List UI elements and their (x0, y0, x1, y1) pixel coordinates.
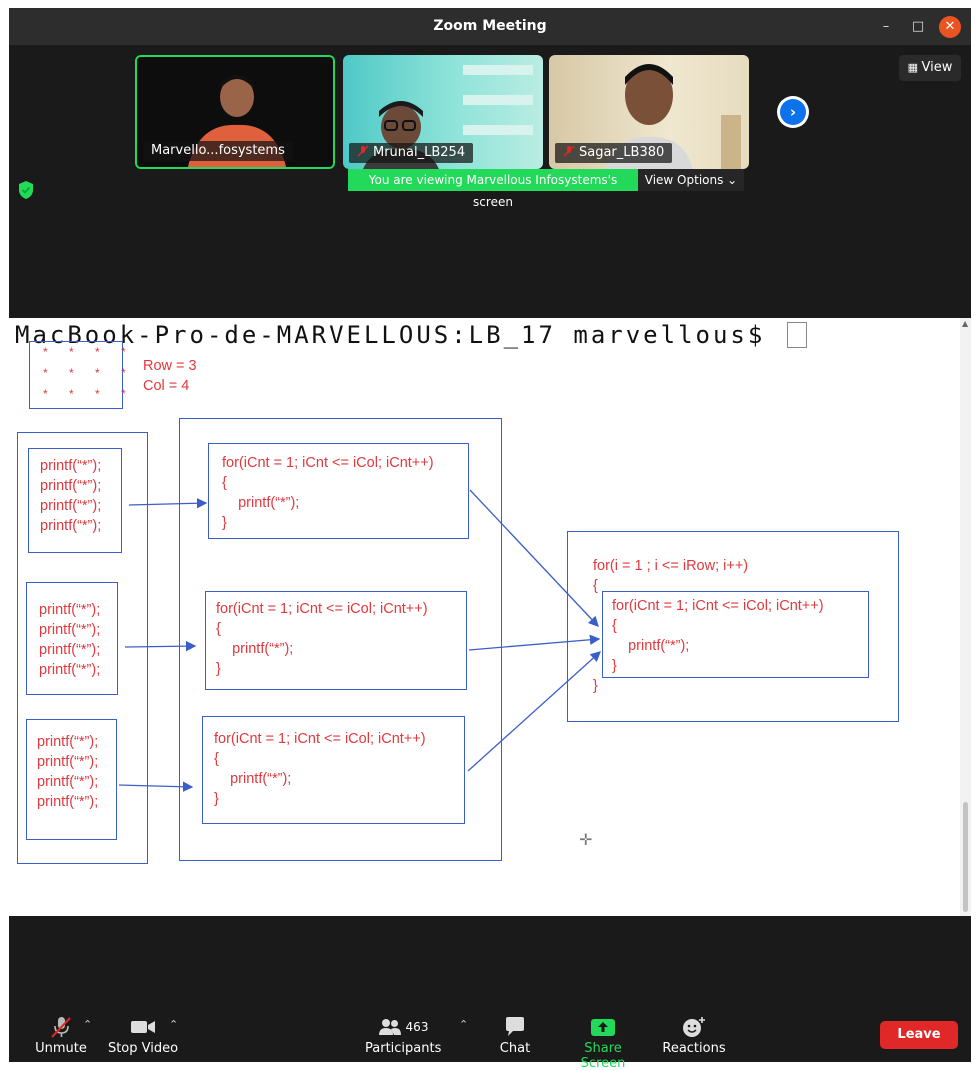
arrow (128, 498, 208, 509)
participants-options-caret-icon[interactable]: ⌃ (459, 1018, 468, 1031)
participants-count: 463 (405, 1020, 429, 1034)
mic-muted-icon (51, 1017, 71, 1038)
participant-name-label: Mrunal_LB254 (349, 143, 474, 163)
reactions-smiley-icon (683, 1017, 705, 1037)
video-tile-sagar[interactable]: Sagar_LB380 (549, 55, 749, 169)
arrow (124, 640, 197, 652)
chat-bubble-icon (506, 1017, 524, 1036)
mic-muted-icon (563, 145, 575, 157)
security-shield-icon[interactable] (17, 180, 35, 200)
participant-name-label: Marvello...fosystems (143, 141, 293, 161)
view-button[interactable]: ▦ View (899, 55, 961, 81)
participant-name-label: Sagar_LB380 (555, 143, 673, 163)
diagram-arrows (118, 489, 601, 792)
video-camera-icon (131, 1021, 155, 1033)
zoom-meeting-window: Zoom Meeting – □ ✕ Marvello...fosystems (9, 8, 971, 1071)
video-options-caret-icon[interactable]: ⌃ (169, 1018, 178, 1031)
chevron-right-icon: › (780, 99, 806, 125)
title-bar: Zoom Meeting – □ ✕ (9, 8, 971, 45)
meeting-toolbar: Unmute ⌃ Stop Video ⌃ 463 Participants ⌃… (9, 1008, 971, 1071)
arrow (118, 781, 194, 792)
reactions-button[interactable]: Reactions (661, 1016, 727, 1056)
shared-screen: MacBook-Pro-de-MARVELLOUS:LB_17 marvello… (9, 318, 971, 916)
share-screen-button[interactable]: Share Screen (560, 1016, 646, 1071)
arrow (467, 651, 601, 772)
mic-muted-icon (357, 145, 369, 157)
arrow (468, 634, 601, 651)
chevron-down-icon: ⌄ (723, 173, 738, 187)
arrow (469, 489, 599, 627)
window-title: Zoom Meeting (433, 18, 547, 34)
leave-meeting-button[interactable]: Leave (880, 1021, 958, 1049)
participants-icon (378, 1019, 401, 1035)
grid-icon: ▦ (907, 61, 922, 74)
video-tile-mrunal[interactable]: Mrunal_LB254 (343, 55, 543, 169)
maximize-button[interactable]: □ (907, 16, 929, 38)
share-screen-icon (591, 1019, 615, 1036)
participants-button[interactable]: 463 Participants (365, 1016, 441, 1056)
screen-share-banner: You are viewing Marvellous Infosystems's… (348, 169, 638, 209)
video-tile-host[interactable]: Marvello...fosystems (135, 55, 335, 169)
chat-button[interactable]: Chat (493, 1016, 537, 1056)
minimize-button[interactable]: – (875, 16, 897, 38)
unmute-button[interactable]: Unmute (33, 1016, 89, 1056)
view-options-button[interactable]: View Options ⌄ (638, 169, 744, 191)
crosshair-cursor-icon: ✛ (579, 830, 593, 849)
next-participants-button[interactable]: › (777, 96, 809, 128)
audio-options-caret-icon[interactable]: ⌃ (83, 1018, 92, 1031)
close-button[interactable]: ✕ (939, 16, 961, 38)
